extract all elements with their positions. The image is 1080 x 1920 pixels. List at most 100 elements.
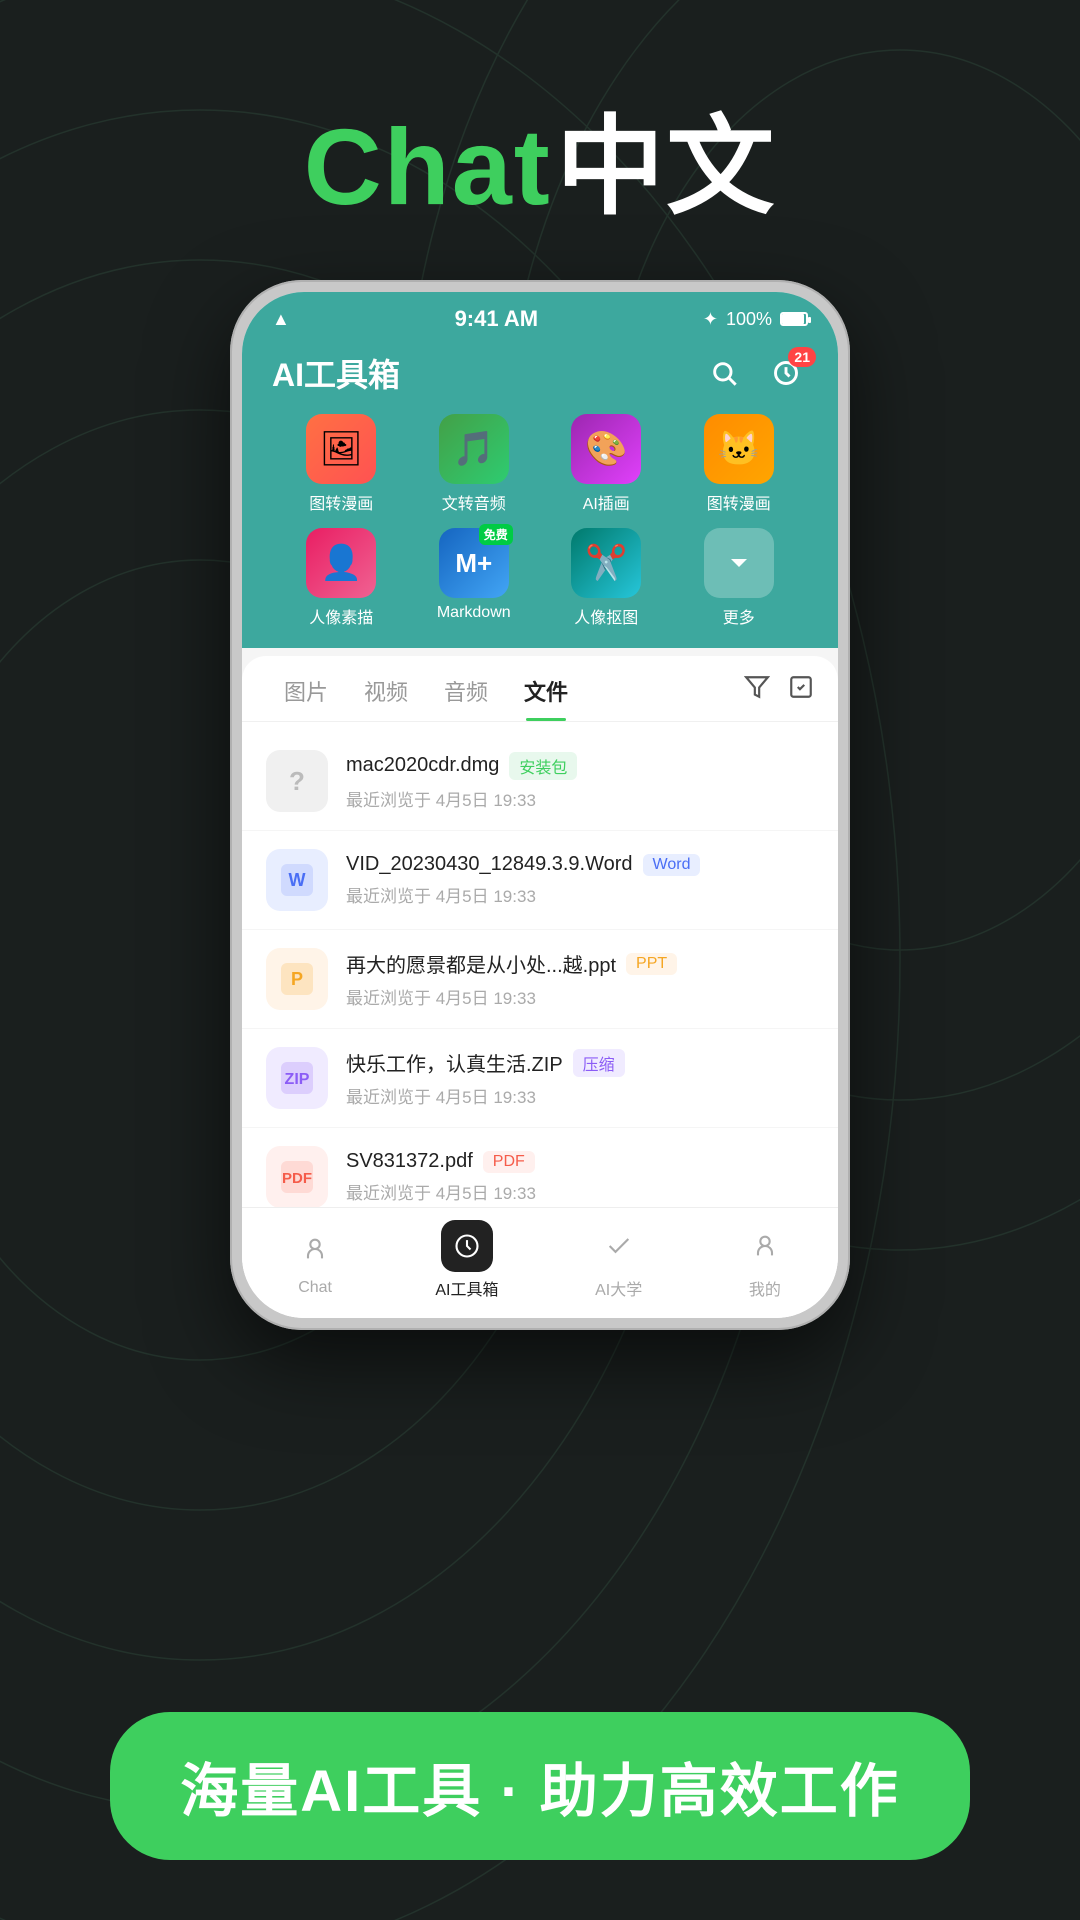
file-list: ? mac2020cdr.dmg 安装包 最近浏览于 4月5日 19:33 [242, 722, 838, 1207]
tab-images[interactable]: 图片 [266, 675, 346, 721]
avatar-sketch-label: 人像素描 [309, 604, 373, 628]
phone-frame: ▲ 9:41 AM ✦ 100% AI工具箱 [230, 280, 850, 1330]
tool-more[interactable]: 更多 [680, 528, 799, 628]
bottom-banner: 海量AI工具 · 助力高效工作 [110, 1712, 970, 1860]
file-icon-2: P [266, 948, 328, 1010]
app-title: AI工具箱 [272, 350, 400, 396]
nav-chat-label: Chat [298, 1279, 332, 1297]
file-item-0[interactable]: ? mac2020cdr.dmg 安装包 最近浏览于 4月5日 19:33 [242, 732, 838, 831]
file-info-2: 再大的愿景都是从小处...越.ppt PPT 最近浏览于 4月5日 19:33 [346, 949, 814, 1009]
tab-audio[interactable]: 音频 [426, 675, 506, 721]
file-tag-1: Word [643, 854, 701, 876]
file-name-4: SV831372.pdf [346, 1150, 473, 1173]
file-item-1[interactable]: W VID_20230430_12849.3.9.Word Word 最近浏览于… [242, 831, 838, 930]
file-date-4: 最近浏览于 4月5日 19:33 [346, 1184, 536, 1203]
free-badge: 免费 [479, 524, 513, 545]
chinese-label: 中文 [556, 106, 776, 227]
img-cartoon2-icon: 🐱 [704, 414, 774, 484]
more-label: 更多 [723, 604, 755, 628]
chat-label: Chat [304, 106, 552, 227]
nav-ai-tools[interactable]: AI工具箱 [435, 1220, 498, 1300]
file-icon-1: W [266, 849, 328, 911]
file-tag-4: PDF [483, 1151, 535, 1173]
chat-nav-icon [289, 1223, 341, 1275]
app-title-row: AI工具箱 21 [272, 350, 808, 396]
file-name-row-2: 再大的愿景都是从小处...越.ppt PPT [346, 949, 814, 978]
text-audio-icon: 🎵 [439, 414, 509, 484]
battery-bar-icon [780, 312, 808, 326]
file-date-2: 最近浏览于 4月5日 19:33 [346, 989, 536, 1008]
file-item-3[interactable]: ZIP 快乐工作，认真生活.ZIP 压缩 最近浏览于 4月5日 19:33 [242, 1029, 838, 1128]
page-header: Chat 中文 [0, 80, 1080, 236]
nav-ai-university-label: AI大学 [595, 1276, 642, 1300]
nav-mine-label: 我的 [749, 1276, 781, 1300]
ai-university-nav-icon [593, 1220, 645, 1272]
more-icon [704, 528, 774, 598]
tab-row: 图片 视频 音频 文件 [242, 656, 838, 722]
app-header: AI工具箱 21 [242, 340, 838, 648]
svg-text:PDF: PDF [282, 1170, 312, 1187]
nav-mine[interactable]: 我的 [739, 1220, 791, 1300]
file-item-4[interactable]: PDF SV831372.pdf PDF 最近浏览于 4月5日 19:33 [242, 1128, 838, 1207]
status-bar: ▲ 9:41 AM ✦ 100% [242, 292, 838, 340]
file-name-3: 快乐工作，认真生活.ZIP [346, 1048, 563, 1077]
markdown-icon: M+ 免费 [439, 528, 509, 598]
file-name-row-1: VID_20230430_12849.3.9.Word Word [346, 853, 814, 876]
svg-text:ZIP: ZIP [285, 1071, 310, 1088]
file-name-0: mac2020cdr.dmg [346, 754, 499, 777]
img-cartoon-icon: 🖼 [306, 414, 376, 484]
phone-screen: ▲ 9:41 AM ✦ 100% AI工具箱 [242, 292, 838, 1318]
search-button[interactable] [702, 351, 746, 395]
avatar-cutout-label: 人像抠图 [574, 604, 638, 628]
file-info-4: SV831372.pdf PDF 最近浏览于 4月5日 19:33 [346, 1150, 814, 1204]
tool-img-cartoon2[interactable]: 🐱 图转漫画 [680, 414, 799, 514]
img-cartoon-label: 图转漫画 [309, 490, 373, 514]
nav-chat[interactable]: Chat [289, 1223, 341, 1297]
mine-nav-icon [739, 1220, 791, 1272]
file-icon-3: ZIP [266, 1047, 328, 1109]
ai-illustration-label: AI插画 [583, 490, 630, 514]
text-audio-label: 文转音频 [442, 490, 506, 514]
file-name-1: VID_20230430_12849.3.9.Word [346, 853, 633, 876]
status-time: 9:41 AM [455, 306, 539, 332]
svg-text:W: W [289, 870, 306, 890]
svg-text:P: P [291, 969, 303, 989]
file-item-2[interactable]: P 再大的愿景都是从小处...越.ppt PPT 最近浏览于 4月5日 19:3… [242, 930, 838, 1029]
file-name-row-0: mac2020cdr.dmg 安装包 [346, 752, 814, 780]
tab-actions [744, 674, 814, 721]
file-tag-0: 安装包 [509, 752, 577, 780]
file-date-3: 最近浏览于 4月5日 19:33 [346, 1088, 536, 1107]
file-icon-4: PDF [266, 1146, 328, 1207]
banner-text: 海量AI工具 · 助力高效工作 [180, 1759, 900, 1824]
history-button[interactable]: 21 [764, 351, 808, 395]
file-tag-3: 压缩 [573, 1049, 625, 1077]
tool-text-audio[interactable]: 🎵 文转音频 [415, 414, 534, 514]
tab-files[interactable]: 文件 [506, 675, 586, 721]
tool-img-cartoon[interactable]: 🖼 图转漫画 [282, 414, 401, 514]
tool-markdown[interactable]: M+ 免费 Markdown [415, 528, 534, 628]
img-cartoon2-label: 图转漫画 [707, 490, 771, 514]
ai-tools-nav-icon [441, 1220, 493, 1272]
file-name-row-4: SV831372.pdf PDF [346, 1150, 814, 1173]
nav-ai-university[interactable]: AI大学 [593, 1220, 645, 1300]
file-info-0: mac2020cdr.dmg 安装包 最近浏览于 4月5日 19:33 [346, 752, 814, 811]
phone-mockup: ▲ 9:41 AM ✦ 100% AI工具箱 [230, 280, 850, 1330]
tool-avatar-sketch[interactable]: 👤 人像素描 [282, 528, 401, 628]
header-icons: 21 [702, 351, 808, 395]
notification-badge: 21 [788, 347, 816, 367]
file-info-3: 快乐工作，认真生活.ZIP 压缩 最近浏览于 4月5日 19:33 [346, 1048, 814, 1108]
select-button[interactable] [788, 674, 814, 707]
file-date-1: 最近浏览于 4月5日 19:33 [346, 887, 536, 906]
tool-grid: 🖼 图转漫画 🎵 文转音频 🎨 AI插画 [272, 414, 808, 628]
file-name-row-3: 快乐工作，认真生活.ZIP 压缩 [346, 1048, 814, 1077]
wifi-icon: ▲ [272, 309, 290, 330]
tab-video[interactable]: 视频 [346, 675, 426, 721]
ai-illustration-icon: 🎨 [571, 414, 641, 484]
status-icons: ✦ 100% [703, 309, 808, 330]
file-date-0: 最近浏览于 4月5日 19:33 [346, 791, 536, 810]
bluetooth-icon: ✦ [703, 309, 718, 330]
avatar-cutout-icon: ✂️ [571, 528, 641, 598]
tool-avatar-cutout[interactable]: ✂️ 人像抠图 [547, 528, 666, 628]
tool-ai-illustration[interactable]: 🎨 AI插画 [547, 414, 666, 514]
filter-button[interactable] [744, 674, 770, 707]
